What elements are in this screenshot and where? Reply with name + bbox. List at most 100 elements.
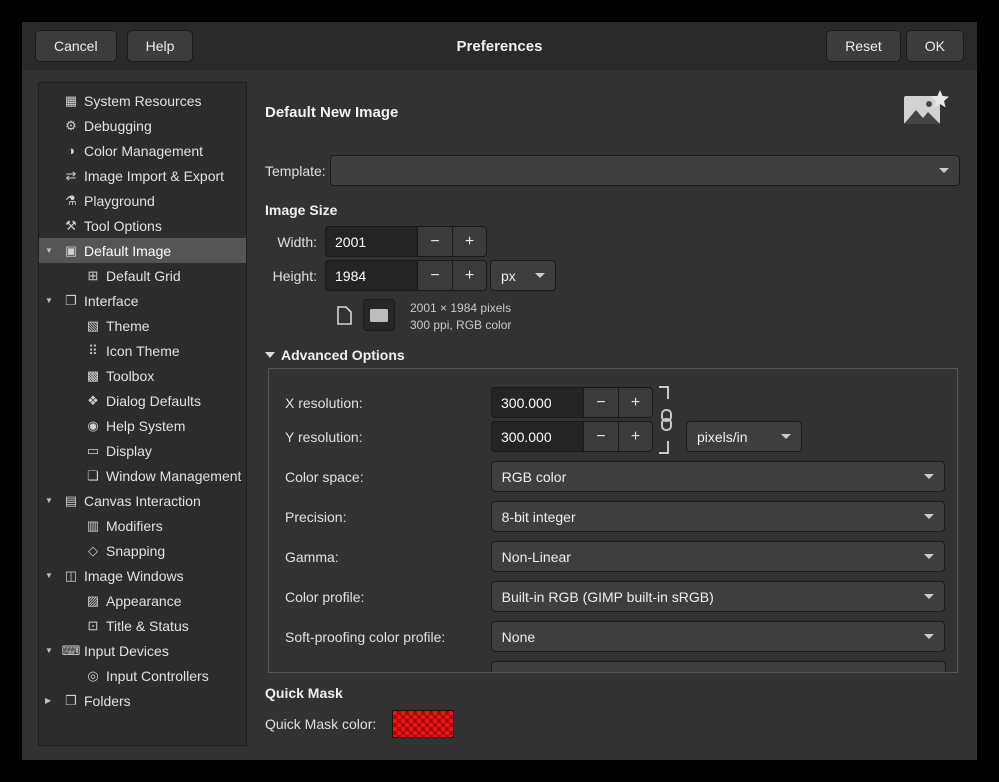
sidebar-item-image-import-export[interactable]: ⇄Image Import & Export — [39, 163, 246, 188]
sidebar-item-display[interactable]: ▭Display — [39, 438, 246, 463]
quick-mask-section-title: Quick Mask — [265, 685, 343, 701]
default-image-icon: ▣ — [61, 243, 81, 259]
y-resolution-input[interactable] — [491, 421, 583, 452]
size-unit-dropdown[interactable]: px — [490, 260, 556, 291]
expander-down-icon[interactable]: ▼ — [45, 296, 61, 305]
sidebar-item-window-management[interactable]: ❏Window Management — [39, 463, 246, 488]
help-button[interactable]: Help — [127, 30, 194, 62]
height-input[interactable] — [325, 260, 417, 291]
sidebar-item-system-resources[interactable]: ▦System Resources — [39, 88, 246, 113]
sidebar-item-title-status[interactable]: ⊡Title & Status — [39, 613, 246, 638]
summary-dimensions: 2001 × 1984 pixels — [410, 300, 511, 317]
sidebar-item-playground[interactable]: ⚗Playground — [39, 188, 246, 213]
expander-down-icon[interactable]: ▼ — [45, 646, 61, 655]
template-dropdown[interactable] — [330, 155, 960, 186]
sidebar-item-canvas-interaction[interactable]: ▼▤Canvas Interaction — [39, 488, 246, 513]
portrait-page-icon — [337, 306, 352, 325]
sidebar-item-image-windows[interactable]: ▼◫Image Windows — [39, 563, 246, 588]
titlebar-right-buttons: Reset OK — [826, 30, 964, 62]
y-resolution-minus-button[interactable]: − — [583, 421, 618, 452]
width-minus-button[interactable]: − — [417, 226, 452, 257]
height-spinner: − + — [325, 260, 487, 291]
sidebar-item-label: Display — [106, 443, 152, 459]
system-resources-icon: ▦ — [61, 93, 81, 109]
gamma-dropdown[interactable]: Non-Linear — [491, 541, 945, 572]
chevron-down-icon — [924, 474, 934, 479]
sidebar-item-tool-options[interactable]: ⚒Tool Options — [39, 213, 246, 238]
folders-icon: ❒ — [61, 693, 81, 709]
sidebar-item-appearance[interactable]: ▨Appearance — [39, 588, 246, 613]
resolution-chain-link-icon[interactable] — [657, 386, 673, 459]
y-resolution-label: Y resolution: — [285, 429, 491, 445]
sidebar-item-icon-theme[interactable]: ⠿Icon Theme — [39, 338, 246, 363]
expander-right-icon[interactable]: ▶ — [45, 696, 61, 705]
expander-down-icon[interactable]: ▼ — [45, 571, 61, 580]
x-resolution-input[interactable] — [491, 387, 583, 418]
x-resolution-plus-button[interactable]: + — [618, 387, 653, 418]
sidebar-item-input-controllers[interactable]: ◎Input Controllers — [39, 663, 246, 688]
clipped-dropdown[interactable] — [491, 661, 946, 673]
landscape-page-icon — [369, 308, 389, 323]
sidebar-item-dialog-defaults[interactable]: ❖Dialog Defaults — [39, 388, 246, 413]
sidebar-item-default-grid[interactable]: ⊞Default Grid — [39, 263, 246, 288]
sidebar-item-label: Color Management — [84, 143, 203, 159]
expander-down-icon — [265, 352, 275, 358]
sidebar-item-label: Folders — [84, 693, 131, 709]
cancel-button[interactable]: Cancel — [35, 30, 117, 62]
titlebar-left-buttons: Cancel Help — [35, 30, 193, 62]
sidebar-item-folders[interactable]: ▶❒Folders — [39, 688, 246, 713]
y-resolution-spinner: − + — [491, 421, 653, 452]
sidebar-item-toolbox[interactable]: ▩Toolbox — [39, 363, 246, 388]
width-input[interactable] — [325, 226, 417, 257]
sidebar-item-snapping[interactable]: ◇Snapping — [39, 538, 246, 563]
dialog-defaults-icon: ❖ — [83, 393, 103, 409]
expander-down-icon[interactable]: ▼ — [45, 246, 61, 255]
resolution-unit-dropdown[interactable]: pixels/in — [686, 421, 802, 452]
main-panel: Default New Image Template: Image Size W… — [265, 82, 960, 746]
title-status-icon: ⊡ — [83, 618, 103, 634]
sidebar-item-label: Input Devices — [84, 643, 169, 659]
x-resolution-minus-button[interactable]: − — [583, 387, 618, 418]
sidebar-tree[interactable]: ▦System Resources⚙Debugging◑Color Manage… — [38, 82, 247, 746]
advanced-options-expander[interactable]: Advanced Options — [265, 347, 405, 363]
sidebar-item-interface[interactable]: ▼❐Interface — [39, 288, 246, 313]
quick-mask-color-swatch[interactable] — [392, 710, 454, 738]
height-plus-button[interactable]: + — [452, 260, 487, 291]
color-space-label: Color space: — [285, 469, 491, 485]
precision-dropdown[interactable]: 8-bit integer — [491, 501, 945, 532]
sidebar-item-debugging[interactable]: ⚙Debugging — [39, 113, 246, 138]
color-profile-dropdown[interactable]: Built-in RGB (GIMP built-in sRGB) — [491, 581, 945, 612]
orientation-portrait-button[interactable] — [328, 299, 360, 331]
y-resolution-plus-button[interactable]: + — [618, 421, 653, 452]
sidebar-item-modifiers[interactable]: ▥Modifiers — [39, 513, 246, 538]
soft-proofing-dropdown[interactable]: None — [491, 621, 945, 652]
tool-options-icon: ⚒ — [61, 218, 81, 234]
sidebar-item-input-devices[interactable]: ▼⌨Input Devices — [39, 638, 246, 663]
toolbox-icon: ▩ — [83, 368, 103, 384]
sidebar-item-label: Theme — [106, 318, 150, 334]
snapping-icon: ◇ — [83, 543, 103, 559]
chevron-down-icon — [924, 514, 934, 519]
ok-button[interactable]: OK — [906, 30, 964, 62]
sidebar-item-color-management[interactable]: ◑Color Management — [39, 138, 246, 163]
sidebar-item-label: Title & Status — [106, 618, 189, 634]
gamma-value: Non-Linear — [502, 549, 571, 565]
chevron-down-icon — [781, 434, 791, 439]
chevron-down-icon — [924, 634, 934, 639]
advanced-options-box: X resolution: − + Y resolution: − + pixe… — [268, 368, 958, 673]
new-image-icon — [902, 88, 950, 135]
image-size-section-title: Image Size — [265, 202, 337, 218]
reset-button[interactable]: Reset — [826, 30, 901, 62]
sidebar-item-help-system[interactable]: ◉Help System — [39, 413, 246, 438]
sidebar-item-default-image[interactable]: ▼▣Default Image — [39, 238, 246, 263]
sidebar-item-theme[interactable]: ▧Theme — [39, 313, 246, 338]
width-label: Width: — [265, 234, 317, 250]
sidebar-item-label: Snapping — [106, 543, 165, 559]
width-plus-button[interactable]: + — [452, 226, 487, 257]
color-space-dropdown[interactable]: RGB color — [491, 461, 945, 492]
sidebar-item-label: Interface — [84, 293, 138, 309]
height-minus-button[interactable]: − — [417, 260, 452, 291]
orientation-landscape-button[interactable] — [363, 299, 395, 331]
expander-down-icon[interactable]: ▼ — [45, 496, 61, 505]
default-grid-icon: ⊞ — [83, 268, 103, 284]
